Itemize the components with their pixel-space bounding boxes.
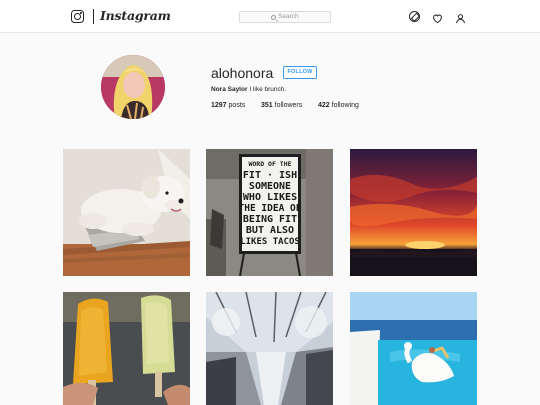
following-count[interactable]: 422 following	[318, 102, 359, 109]
sign-line-7: BUT ALSO	[246, 225, 294, 236]
profile-username: alohonora	[211, 65, 274, 81]
sign-line-5: THE IDEA OF	[239, 203, 302, 214]
posts-count-label: posts	[228, 102, 246, 109]
post-thumbnail-sunset[interactable]	[350, 149, 477, 276]
posts-count-value: 1297	[211, 102, 227, 109]
profile-bio-text: I like brunch.	[249, 86, 287, 93]
following-count-value: 422	[318, 102, 330, 109]
compass-icon[interactable]	[409, 11, 420, 22]
person-icon[interactable]	[455, 11, 466, 24]
sign-line-8: LIKES TACOS	[240, 237, 300, 247]
sign-line-3: SOMEONE	[249, 181, 291, 192]
search-input[interactable]: Search	[239, 11, 331, 23]
heart-icon[interactable]	[432, 11, 443, 24]
sign-line-2: FIT · ISH	[243, 170, 297, 181]
search-placeholder: Search	[278, 13, 299, 20]
instagram-glyph-icon[interactable]	[71, 10, 84, 23]
sign-line-1: WORD OF THE	[248, 160, 291, 168]
search-icon	[271, 14, 276, 20]
logo-divider	[93, 9, 94, 24]
followers-count-label: followers	[274, 102, 303, 109]
post-thumbnail-pool[interactable]	[350, 292, 477, 405]
post-thumbnail-sign[interactable]: WORD OF THE FIT · ISH SOMEONE WHO LIKES …	[206, 149, 333, 276]
instagram-wordmark[interactable]: Instagram	[100, 8, 171, 23]
followers-count-value: 351	[261, 102, 273, 109]
profile-full-name: Nora Saylor	[211, 86, 248, 93]
top-navigation-bar: Instagram Search	[0, 0, 540, 33]
post-thumbnail-snowy-street[interactable]	[206, 292, 333, 405]
post-thumbnail-popsicles[interactable]	[63, 292, 190, 405]
follow-button[interactable]: FOLLOW	[283, 66, 317, 79]
post-thumbnail-dog[interactable]	[63, 149, 190, 276]
sign-line-4: WHO LIKES	[243, 192, 297, 203]
avatar[interactable]	[101, 55, 165, 119]
sign-line-6: BEING FIT	[243, 214, 297, 225]
posts-count: 1297 posts	[211, 102, 245, 109]
profile-bio: Nora Saylor I like brunch.	[211, 86, 286, 93]
following-count-label: following	[331, 102, 359, 109]
followers-count[interactable]: 351 followers	[261, 102, 302, 109]
